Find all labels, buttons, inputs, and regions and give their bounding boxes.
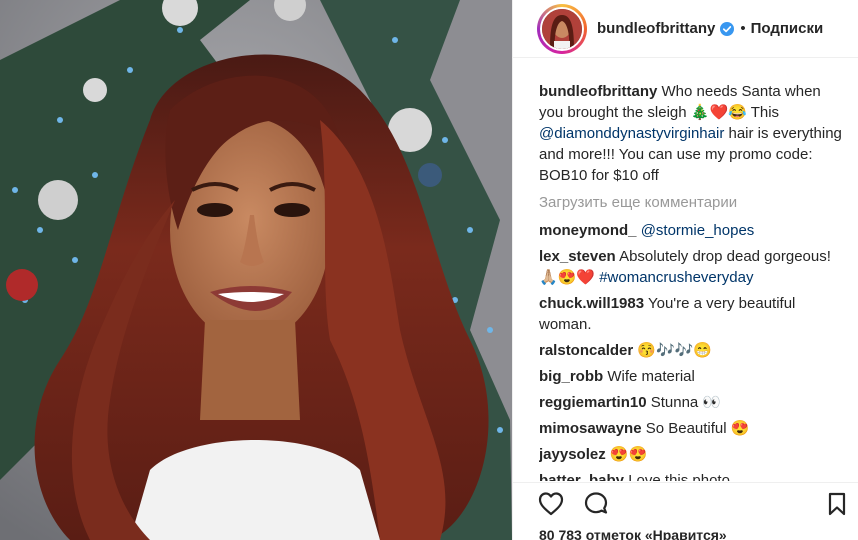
comment-item: lex_steven Absolutely drop dead gorgeous…	[539, 246, 843, 288]
post-username[interactable]: bundleofbrittany	[597, 20, 715, 37]
following-button[interactable]: Подписки	[751, 20, 824, 37]
comment-text: Wife material	[607, 368, 695, 385]
post-details-panel: bundleofbrittany • Подписки bundleofbrit…	[512, 0, 858, 540]
comment-username[interactable]: ralstoncalder	[539, 342, 633, 359]
load-more-comments-button[interactable]: Загрузить еще комментарии	[539, 192, 843, 213]
comment-username[interactable]: moneymond_	[539, 222, 637, 239]
comment-item: batter_baby Love this photo	[539, 470, 843, 481]
post-header: bundleofbrittany • Подписки	[513, 0, 858, 58]
heart-outline-icon[interactable]	[538, 491, 564, 517]
likes-count[interactable]: 80 783 отметок «Нравится»	[539, 527, 727, 540]
comment-username[interactable]: jayysolez	[539, 446, 606, 463]
comment-username[interactable]: lex_steven	[539, 248, 616, 265]
post-photo[interactable]	[0, 0, 512, 540]
comment-mention[interactable]: @stormie_hopes	[641, 222, 755, 239]
post-caption: bundleofbrittany Who needs Santa when yo…	[539, 81, 843, 186]
comment-item: reggiemartin10 Stunna 👀	[539, 392, 843, 413]
comment-text: Love this photo	[628, 472, 730, 481]
comment-text: 😍😍	[609, 446, 648, 463]
comment-item: mimosawayne So Beautiful 😍	[539, 418, 843, 439]
comment-username[interactable]: big_robb	[539, 368, 603, 385]
portrait-image	[0, 0, 512, 540]
comment-item: big_robb Wife material	[539, 366, 843, 387]
comment-text: 😚🎶🎶😁	[637, 342, 713, 359]
bookmark-outline-icon[interactable]	[824, 491, 850, 517]
comment-username[interactable]: chuck.will1983	[539, 295, 644, 312]
comment-username[interactable]: mimosawayne	[539, 420, 642, 437]
comment-username[interactable]: batter_baby	[539, 472, 624, 481]
verified-badge-icon	[720, 21, 735, 36]
comment-item: moneymond_ @stormie_hopes	[539, 220, 843, 241]
comments-list[interactable]: bundleofbrittany Who needs Santa when yo…	[539, 81, 843, 481]
comment-username[interactable]: reggiemartin10	[539, 394, 647, 411]
separator-dot: •	[740, 20, 746, 37]
comment-item: jayysolez 😍😍	[539, 444, 843, 465]
avatar[interactable]	[540, 6, 584, 51]
comment-item: ralstoncalder 😚🎶🎶😁	[539, 340, 843, 361]
caption-username[interactable]: bundleofbrittany	[539, 83, 657, 100]
caption-mention[interactable]: @diamonddynastyvirginhair	[539, 125, 724, 142]
post-actions-bar	[513, 482, 858, 522]
comment-item: chuck.will1983 You're a very beautiful w…	[539, 293, 843, 335]
comment-text: Stunna 👀	[650, 394, 722, 411]
comment-bubble-icon[interactable]	[583, 491, 609, 517]
comment-hashtag[interactable]: #womancrusheveryday	[599, 269, 753, 286]
comment-text: So Beautiful 😍	[645, 420, 750, 437]
story-ring[interactable]	[537, 3, 587, 54]
